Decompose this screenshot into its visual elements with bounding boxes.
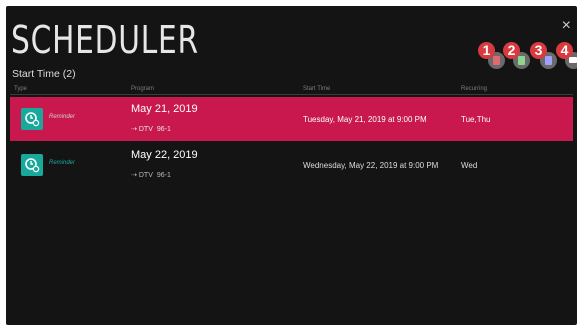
callout-badge-2: 2 [503,42,520,59]
reminder-icon [21,154,43,176]
channel-source: DTV [138,172,153,179]
callout-badge-4: 4 [556,42,573,59]
channel-number: 96-1 [156,172,171,179]
program-date: May 21, 2019 [131,103,198,115]
reminder-icon [21,108,43,130]
program-channel: ⇢ DTV 96-1 [131,171,171,179]
table-row[interactable]: Reminder May 22, 2019 ⇢ DTV 96-1 Wednesday… [10,143,573,187]
callout-badge-1: 1 [478,42,495,59]
record-list-icon [518,56,525,65]
close-icon[interactable]: × [562,18,571,34]
message-icon [569,57,577,63]
type-label: Reminder [49,160,76,166]
column-header-start-time: Start Time [303,86,331,92]
channel-number: 96-1 [156,126,171,133]
recording-icon [493,56,500,65]
callout-badge-3: 3 [530,42,547,59]
input-arrow-icon: ⇢ [131,126,137,133]
start-time: Tuesday, May 21, 2019 at 9:00 PM [303,115,427,124]
recurring-days: Tue,Thu [461,115,491,124]
sort-label[interactable]: Start Time (2) [12,68,76,80]
manual-schedule-icon [545,56,552,65]
header-divider [10,94,573,95]
page-title: SCHEDULER [11,18,199,62]
scheduler-screen: SCHEDULER Start Time (2) × 1 2 3 4 Type … [6,6,577,325]
program-channel: ⇢ DTV 96-1 [131,125,171,133]
input-arrow-icon: ⇢ [131,172,137,179]
start-time: Wednesday, May 22, 2019 at 9:00 PM [303,161,439,170]
recurring-days: Wed [461,161,478,170]
program-date: May 22, 2019 [131,149,198,161]
channel-source: DTV [138,126,153,133]
table-row[interactable]: Reminder May 21, 2019 ⇢ DTV 96-1 Tuesday, … [10,97,573,141]
column-header-recurring: Recurring [461,86,488,92]
column-header-program: Program [131,86,155,92]
type-label: Reminder [49,114,76,120]
column-header-type: Type [14,86,28,92]
